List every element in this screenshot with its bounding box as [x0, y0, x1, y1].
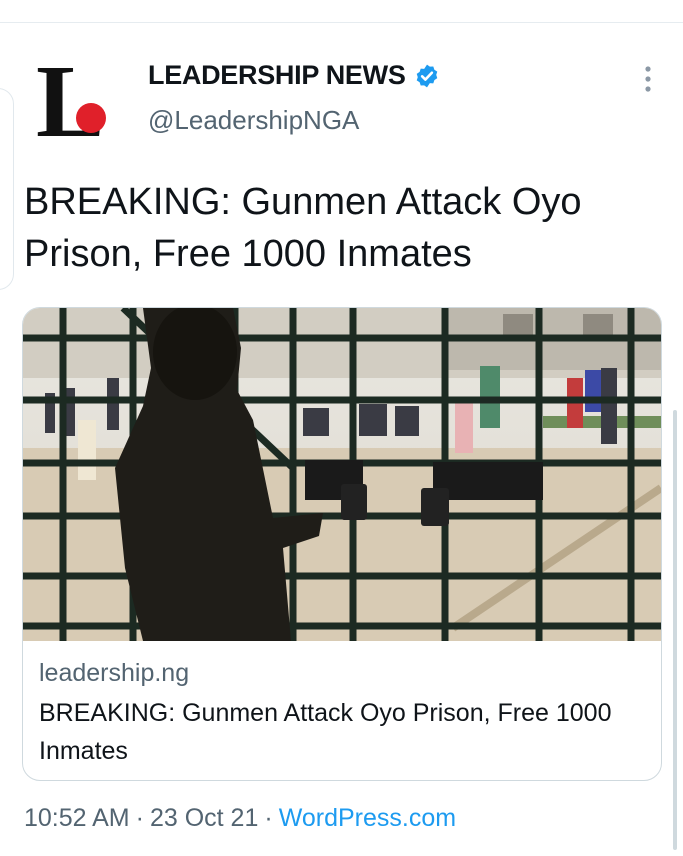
link-preview-card[interactable]: leadership.ng BREAKING: Gunmen Attack Oy… [22, 307, 662, 781]
card-title[interactable]: BREAKING: Gunmen Attack Oyo Prison, Free… [39, 694, 645, 770]
top-divider [0, 22, 683, 23]
card-image[interactable] [23, 308, 661, 641]
tweet-text: BREAKING: Gunmen Attack Oyo Prison, Free… [24, 181, 582, 275]
tweet-date[interactable]: 23 Oct 21 [150, 804, 258, 832]
card-domain[interactable]: leadership.ng [39, 659, 645, 688]
more-options-icon[interactable] [643, 66, 653, 92]
tweet-time[interactable]: 10:52 AM [24, 804, 130, 832]
meta-separator: · [135, 804, 144, 832]
tweet-metadata: 10:52 AM · 23 Oct 21 · WordPress.com [24, 804, 456, 833]
verified-badge-icon [416, 64, 437, 87]
author-name[interactable]: LEADERSHIP NEWS [148, 60, 406, 91]
author-handle[interactable]: @LeadershipNGA [148, 105, 440, 136]
meta-separator: · [264, 804, 273, 832]
avatar[interactable]: L [32, 52, 120, 148]
svg-text:L: L [36, 52, 105, 148]
tweet-author: LEADERSHIP NEWS @LeadershipNGA [148, 60, 440, 136]
adjacent-panel-edge [0, 88, 14, 290]
tweet-source-link[interactable]: WordPress.com [279, 804, 456, 832]
scrollbar[interactable] [673, 410, 677, 850]
